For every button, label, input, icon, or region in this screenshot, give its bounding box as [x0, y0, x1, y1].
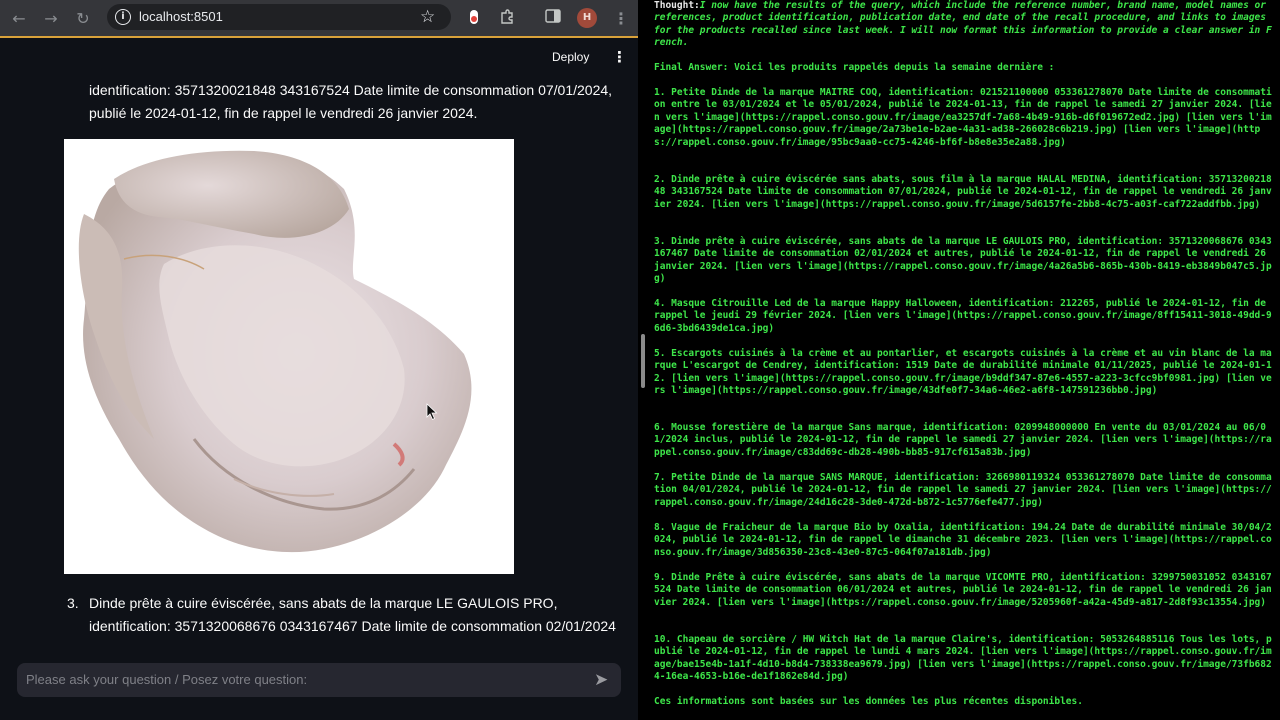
list-item: 6. Mousse forestière de la marque Sans m…: [654, 422, 1272, 458]
browser-menu-icon[interactable]: ⋮: [611, 9, 631, 29]
extension-icon[interactable]: [466, 9, 482, 29]
footer-line: Ces informations sont basées sur les don…: [654, 696, 1083, 707]
back-arrow-icon[interactable]: ←: [9, 9, 29, 29]
list-item: 8. Vague de Fraicheur de la marque Bio b…: [654, 522, 1272, 558]
url-text[interactable]: localhost:8501: [139, 9, 223, 24]
bookmark-star-icon[interactable]: ☆: [420, 7, 435, 27]
assistant-message-text: identification: 3571320021848 343167524 …: [89, 82, 613, 121]
list-item: 9. Dinde Prête à cuire éviscérée, sans a…: [654, 572, 1272, 608]
thought-label: Thought:: [654, 0, 700, 11]
terminal-output: Thought:I now have the results of the qu…: [646, 0, 1280, 720]
address-bar[interactable]: i localhost:8501 ☆: [107, 4, 451, 30]
list-item: 1. Petite Dinde de la marque MAITRE COQ,…: [654, 87, 1272, 148]
app-header: Deploy ⋮: [0, 40, 638, 76]
browser-toolbar: ← → ↻ i localhost:8501 ☆ H ⋮: [0, 0, 638, 38]
list-item: 3. Dinde prête à cuire éviscérée, sans a…: [654, 236, 1272, 285]
app-menu-icon[interactable]: ⋮: [612, 48, 627, 66]
thought-text: I now have the results of the query, whi…: [654, 0, 1272, 49]
list-item: 4. Masque Citrouille Led de la marque Ha…: [654, 298, 1272, 334]
puzzle-extensions-icon[interactable]: [498, 9, 516, 29]
list-item: 10. Chapeau de sorcière / HW Witch Hat d…: [654, 634, 1272, 683]
info-icon[interactable]: i: [115, 9, 131, 25]
reload-icon[interactable]: ↻: [73, 9, 93, 29]
mouse-cursor-icon: [426, 403, 438, 421]
profile-avatar[interactable]: H: [577, 8, 597, 28]
chat-input-placeholder: Please ask your question / Posez votre q…: [26, 672, 308, 687]
browser-window: ← → ↻ i localhost:8501 ☆ H ⋮ Deploy ⋮ id…: [0, 0, 638, 720]
list-item: 7. Petite Dinde de la marque SANS MARQUE…: [654, 472, 1272, 508]
send-icon[interactable]: ➤: [594, 670, 608, 690]
deploy-button[interactable]: Deploy: [552, 50, 589, 64]
product-image-turkey: [64, 139, 514, 574]
scrollbar-thumb[interactable]: [641, 334, 645, 388]
list-item: 5. Escargots cuisinés à la crème et au p…: [654, 348, 1272, 397]
chat-input[interactable]: Please ask your question / Posez votre q…: [17, 663, 621, 697]
forward-arrow-icon[interactable]: →: [41, 9, 61, 29]
list-item: 2. Dinde prête à cuire éviscérée sans ab…: [654, 174, 1272, 210]
final-answer-line: Final Answer: Voici les produits rappelé…: [654, 62, 1055, 73]
thought-line: Thought:I now have the results of the qu…: [654, 0, 1274, 50]
list-number: 3.: [67, 595, 79, 611]
side-panel-icon[interactable]: [544, 9, 562, 29]
